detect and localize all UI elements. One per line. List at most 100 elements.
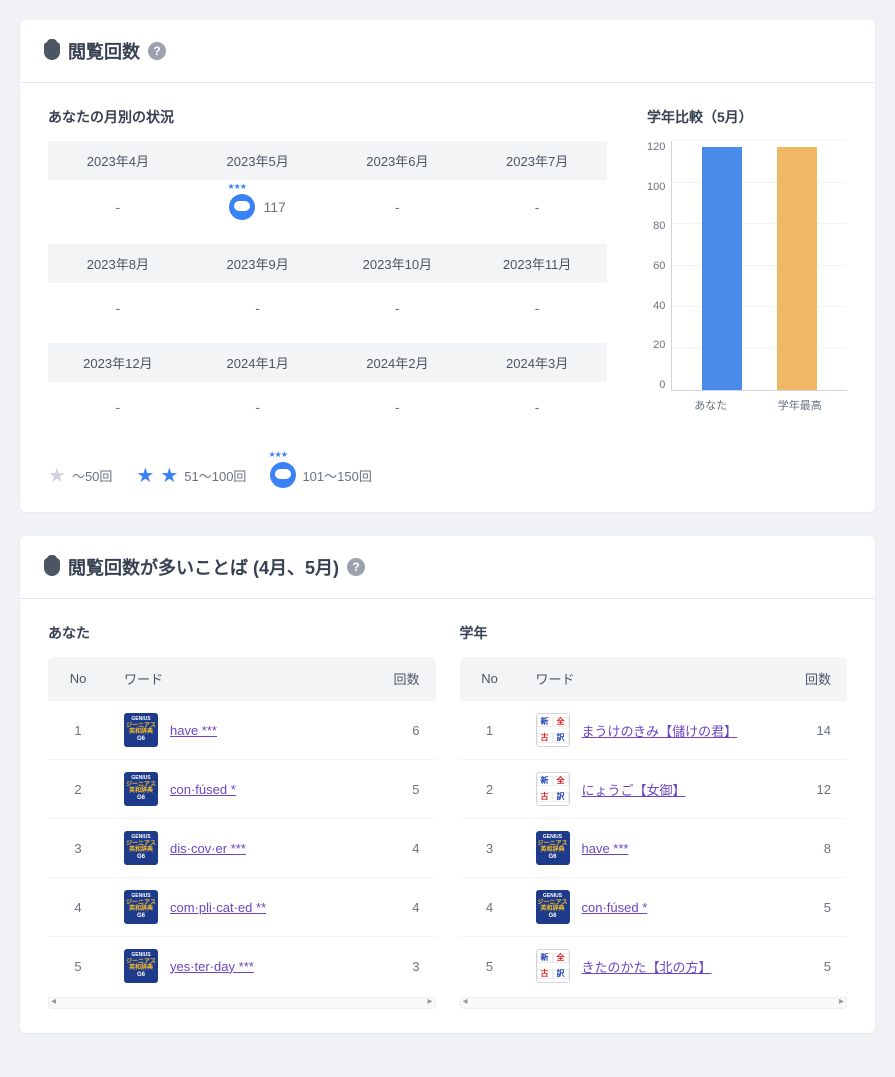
month-value: - — [328, 180, 468, 244]
monthly-title: あなたの月別の状況 — [48, 107, 607, 127]
cell-no: 3 — [460, 819, 520, 878]
cell-no: 4 — [460, 878, 520, 937]
month-value: - — [188, 382, 328, 442]
cell-count: 4 — [376, 819, 436, 878]
you-table: No ワード 回数 1GENIUSジーニアス英和辞典G6have ***62GE… — [48, 657, 436, 995]
month-header: 2024年2月 — [328, 343, 468, 382]
col-count: 回数 — [376, 657, 436, 701]
month-value: - — [48, 180, 188, 244]
table-row: 4GENIUSジーニアス英和辞典G6con·fúsed *5 — [460, 878, 848, 937]
month-header: 2023年4月 — [48, 141, 188, 180]
month-value: - — [328, 382, 468, 442]
cell-count: 4 — [376, 878, 436, 937]
month-header: 2023年9月 — [188, 244, 328, 283]
month-value: - — [467, 180, 607, 244]
you-column: あなた No ワード 回数 1GENIUSジーニアス英和辞典G6have ***… — [48, 623, 436, 1009]
table-row: 5 新全古訳きたのかた【北の方】 5 — [460, 937, 848, 996]
cell-count: 5 — [787, 937, 847, 996]
dict-g6-icon: GENIUSジーニアス英和辞典G6 — [124, 772, 158, 806]
cell-no: 1 — [460, 701, 520, 760]
chart-x-label: 学年最高 — [778, 397, 822, 413]
word-link[interactable]: con·fúsed * — [170, 782, 236, 797]
legend-item-3: 101～150回 — [270, 462, 371, 488]
dict-kogo-icon: 新全古訳 — [536, 772, 570, 806]
month-header: 2023年11月 — [467, 244, 607, 283]
grade-column: 学年 No ワード 回数 1新全古訳まうけのきみ【儲けの君】142新全古訳にょう… — [460, 623, 848, 1009]
word-link[interactable]: まうけのきみ【儲けの君】 — [582, 721, 738, 740]
col-no: No — [460, 657, 520, 701]
table-row: 3GENIUSジーニアス英和辞典G6have ***8 — [460, 819, 848, 878]
chart-section: 学年比較（5月） 120100806040200 あなた 学年最高 — [647, 107, 847, 488]
cell-no: 4 — [48, 878, 108, 937]
cell-no: 2 — [48, 760, 108, 819]
dict-g6-icon: GENIUSジーニアス英和辞典G6 — [536, 831, 570, 865]
cell-word: GENIUSジーニアス英和辞典G6 have *** — [520, 819, 788, 878]
word-link[interactable]: きたのかた【北の方】 — [582, 957, 712, 976]
legend: ★ ～50回 ★ ★ 51～100回 101～150回 — [48, 462, 607, 488]
star-icon: ★ — [136, 463, 154, 488]
word-link[interactable]: con·fúsed * — [582, 900, 648, 915]
help-icon[interactable]: ? — [148, 42, 166, 60]
cell-word: GENIUSジーニアス英和辞典G6 yes·ter·day *** — [108, 937, 376, 996]
help-icon[interactable]: ? — [347, 558, 365, 576]
words-card: 閲覧回数が多いことば (4月、5月) ? あなた No ワード 回数 1GENI… — [20, 536, 875, 1033]
table-row: 1GENIUSジーニアス英和辞典G6have ***6 — [48, 701, 436, 760]
table-row: 5GENIUSジーニアス英和辞典G6yes·ter·day ***3 — [48, 937, 436, 996]
month-grid: 2023年4月2023年5月2023年6月2023年7月-117--2023年8… — [48, 141, 607, 442]
legend-item-2: ★ ★ 51～100回 — [136, 463, 246, 488]
month-value: - — [467, 382, 607, 442]
chart-y-axis: 120100806040200 — [647, 141, 671, 391]
scrollbar[interactable] — [460, 997, 848, 1009]
cell-count: 5 — [376, 760, 436, 819]
words-card-header: 閲覧回数が多いことば (4月、5月) ? — [20, 536, 875, 599]
cell-no: 5 — [48, 937, 108, 996]
words-title: 閲覧回数が多いことば (4月、5月) — [68, 554, 339, 580]
chart-x-axis: あなた 学年最高 — [647, 397, 847, 413]
table-row: 1 新全古訳まうけのきみ【儲けの君】 14 — [460, 701, 848, 760]
word-link[interactable]: have *** — [170, 723, 217, 738]
cell-no: 5 — [460, 937, 520, 996]
acorn-icon — [44, 558, 60, 576]
views-card: 閲覧回数 ? あなたの月別の状況 2023年4月2023年5月2023年6月20… — [20, 20, 875, 512]
table-row: 2 新全古訳にょうご【女御】 12 — [460, 760, 848, 819]
chart-bar — [702, 147, 742, 390]
month-value: 117 — [188, 180, 328, 244]
month-header: 2024年3月 — [467, 343, 607, 382]
cell-count: 6 — [376, 701, 436, 760]
word-link[interactable]: dis·cov·er *** — [170, 841, 246, 856]
cell-word: GENIUSジーニアス英和辞典G6com·pli·cat·ed ** — [108, 878, 376, 937]
monthly-section: あなたの月別の状況 2023年4月2023年5月2023年6月2023年7月-1… — [48, 107, 607, 488]
month-value: - — [188, 283, 328, 343]
cell-count: 12 — [787, 760, 847, 819]
cell-no: 2 — [460, 760, 520, 819]
legend-item-1: ★ ～50回 — [48, 463, 112, 488]
cell-count: 14 — [787, 701, 847, 760]
star-icon: ★ — [48, 463, 66, 488]
dict-kogo-icon: 新全古訳 — [536, 949, 570, 983]
dict-g6-icon: GENIUSジーニアス英和辞典G6 — [124, 949, 158, 983]
chart-title: 学年比較（5月） — [647, 107, 847, 127]
word-link[interactable]: have *** — [582, 841, 629, 856]
you-title: あなた — [48, 623, 436, 643]
word-link[interactable]: yes·ter·day *** — [170, 959, 254, 974]
mascot-icon — [270, 462, 296, 488]
cell-word: GENIUSジーニアス英和辞典G6 have *** — [108, 701, 376, 760]
month-header: 2023年12月 — [48, 343, 188, 382]
month-value: - — [328, 283, 468, 343]
acorn-icon — [44, 42, 60, 60]
month-value: - — [48, 382, 188, 442]
dict-g6-icon: GENIUSジーニアス英和辞典G6 — [536, 890, 570, 924]
chart-x-label: あなた — [694, 397, 727, 413]
word-link[interactable]: com·pli·cat·ed ** — [170, 900, 266, 915]
chart-plot — [671, 141, 847, 391]
dict-g6-icon: GENIUSジーニアス英和辞典G6 — [124, 713, 158, 747]
scrollbar[interactable] — [48, 997, 436, 1009]
cell-word: GENIUSジーニアス英和辞典G6dis·cov·er *** — [108, 819, 376, 878]
cell-word: GENIUSジーニアス英和辞典G6 con·fúsed * — [108, 760, 376, 819]
mascot-icon — [229, 194, 255, 220]
dict-kogo-icon: 新全古訳 — [536, 713, 570, 747]
table-row: 2 GENIUSジーニアス英和辞典G6 con·fúsed * 5 — [48, 760, 436, 819]
word-link[interactable]: にょうご【女御】 — [582, 780, 686, 799]
col-word: ワード — [108, 657, 376, 701]
col-count: 回数 — [787, 657, 847, 701]
